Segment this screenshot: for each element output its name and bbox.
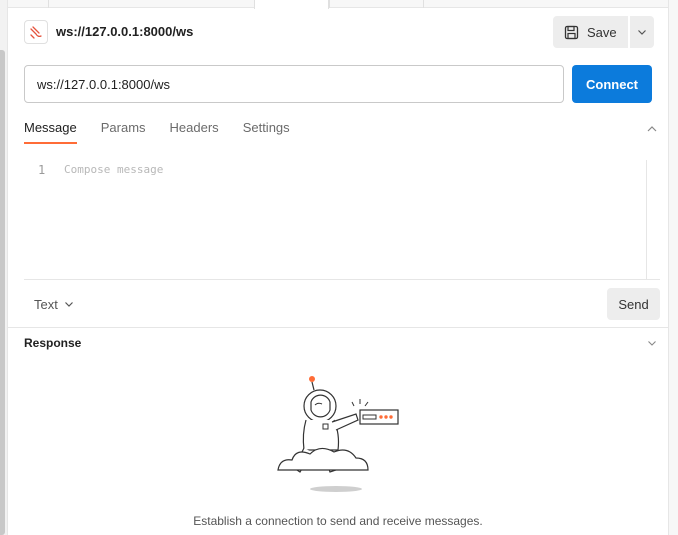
tab-divider bbox=[423, 0, 424, 8]
tab-divider bbox=[329, 0, 330, 8]
response-empty-message: Establish a connection to send and recei… bbox=[193, 514, 483, 528]
connect-button[interactable]: Connect bbox=[572, 65, 652, 103]
chevron-up-icon[interactable] bbox=[645, 122, 659, 136]
message-editor[interactable]: 1 Compose message bbox=[24, 160, 660, 280]
save-group: Save bbox=[553, 16, 654, 48]
websocket-request-pane: ws://127.0.0.1:8000/ws Save Connect Mess… bbox=[0, 0, 678, 535]
chevron-down-icon bbox=[638, 30, 646, 35]
chevron-down-icon bbox=[64, 302, 73, 307]
tab-divider bbox=[48, 0, 49, 8]
scrollbar[interactable] bbox=[0, 50, 5, 535]
chevron-down-icon[interactable] bbox=[646, 337, 658, 349]
tab-headers[interactable]: Headers bbox=[170, 118, 219, 144]
right-sidebar-edge bbox=[668, 0, 678, 535]
message-format-select[interactable]: Text bbox=[34, 294, 74, 314]
format-label: Text bbox=[34, 296, 58, 312]
astronaut-illustration bbox=[277, 376, 399, 492]
url-input[interactable] bbox=[24, 65, 564, 103]
save-button[interactable]: Save bbox=[553, 16, 628, 48]
send-button[interactable]: Send bbox=[607, 288, 660, 320]
save-label: Save bbox=[587, 24, 617, 40]
line-number: 1 bbox=[38, 163, 46, 177]
compose-placeholder: Compose message bbox=[64, 163, 164, 176]
editor-scrollbar[interactable] bbox=[646, 160, 660, 280]
websocket-icon bbox=[24, 20, 48, 44]
save-icon bbox=[564, 25, 579, 39]
divider bbox=[24, 279, 660, 280]
save-options-button[interactable] bbox=[630, 16, 654, 48]
divider bbox=[8, 327, 668, 328]
request-tab-strip bbox=[8, 0, 668, 9]
tab-params[interactable]: Params bbox=[101, 118, 146, 144]
request-tabs: Message Params Headers Settings bbox=[24, 118, 290, 144]
response-title: Response bbox=[24, 336, 82, 350]
active-request-tab[interactable] bbox=[254, 0, 329, 9]
tab-settings[interactable]: Settings bbox=[243, 118, 290, 144]
tab-message[interactable]: Message bbox=[24, 118, 77, 144]
request-title[interactable]: ws://127.0.0.1:8000/ws bbox=[56, 22, 193, 42]
